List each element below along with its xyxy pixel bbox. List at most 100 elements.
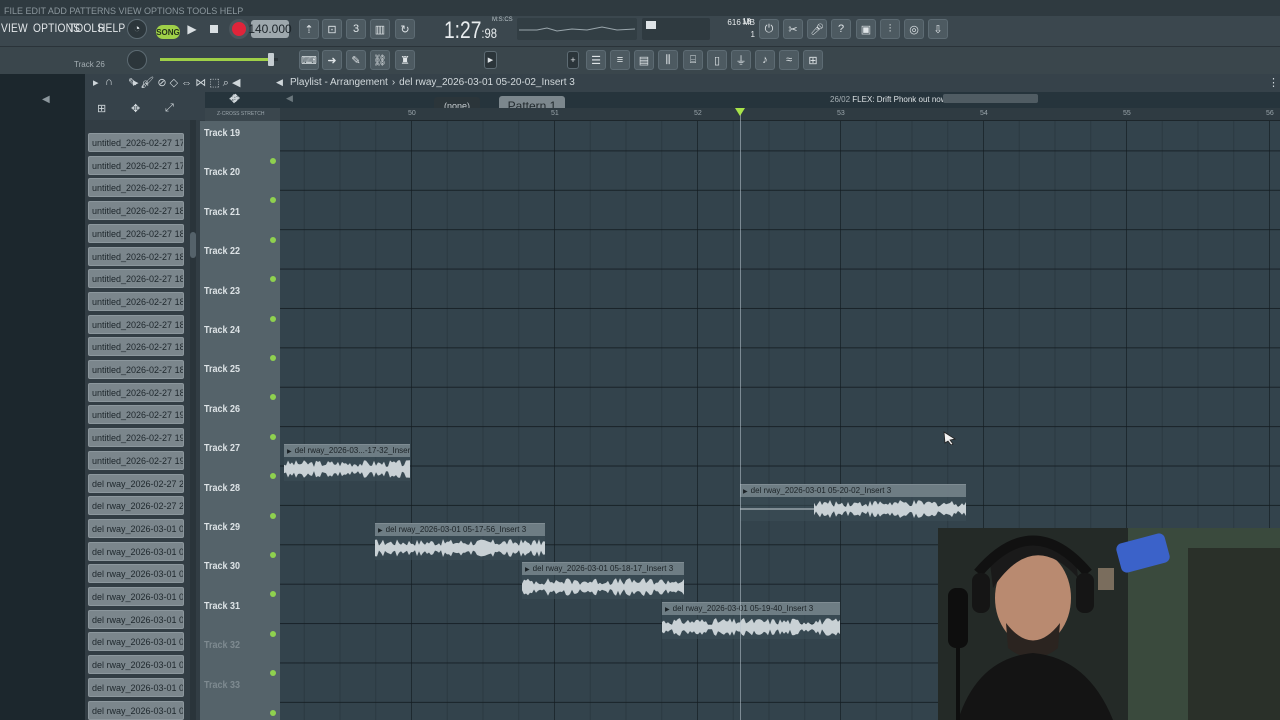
pattern-prev-button[interactable]: ▶ xyxy=(484,51,497,69)
slider-handle[interactable] xyxy=(268,53,274,66)
grid-icon[interactable]: ⊞ xyxy=(97,102,106,115)
browser-file-item[interactable]: del rway_2026-02-27 20... xyxy=(88,473,184,493)
zoom-tool-icon[interactable]: ⌕ xyxy=(223,77,229,89)
countdown-button[interactable]: 3 xyxy=(346,19,366,39)
paint-tool-icon[interactable]: 🖌︎ xyxy=(140,77,154,89)
slip-tool-icon[interactable]: ⇔ xyxy=(181,77,192,89)
browser-file-item[interactable]: del rway_2026-03-01 05... xyxy=(88,700,184,720)
wait-input-button[interactable]: ⊡ xyxy=(322,19,342,39)
browser-file-item[interactable]: del rway_2026-03-01 05... xyxy=(88,541,184,561)
draw-tool-icon[interactable]: ✎ xyxy=(128,77,137,89)
audio-clip[interactable]: del rway_2026-03-01 05-20-02_Insert 3 xyxy=(740,484,966,521)
track-label[interactable]: Track 24 xyxy=(204,325,240,336)
track-label[interactable]: Track 30 xyxy=(204,561,240,572)
metronome-button[interactable]: ⇡ xyxy=(299,19,319,39)
track-enable-led[interactable] xyxy=(270,552,276,558)
audio-clip[interactable]: del rway_2026-03-01 05-17-56_Insert 3 xyxy=(375,523,545,560)
help-button[interactable]: ? xyxy=(831,19,851,39)
track-enable-led[interactable] xyxy=(270,355,276,361)
play-small-icon-2[interactable]: ▸ xyxy=(93,76,99,89)
master-pitch-slider[interactable] xyxy=(160,53,278,66)
track-label[interactable]: Track 31 xyxy=(204,601,240,612)
slice-tool-icon[interactable]: ⋈ xyxy=(195,77,206,89)
channel-rack-button[interactable]: ▤ xyxy=(634,50,654,70)
audio-clip[interactable]: del rway_2026-03-01 05-19-40_Insert 3 xyxy=(662,602,840,639)
audio-clip[interactable]: del rway_2026-03-01 05-18-17_Insert 3 xyxy=(522,562,684,599)
browser-file-item[interactable]: del rway_2026-02-27 20... xyxy=(88,496,184,516)
pencil-button[interactable]: ✎ xyxy=(346,50,366,70)
browser-file-item[interactable]: untitled_2026-02-27 18-... xyxy=(88,269,184,289)
zoom-left-icon[interactable]: ◀ xyxy=(286,93,293,104)
audio-input-button[interactable]: 🎤︎ xyxy=(807,19,827,39)
track-label[interactable]: Track 21 xyxy=(204,207,240,218)
tempo-display[interactable]: 140.000 xyxy=(248,20,292,38)
browser-file-item[interactable]: untitled_2026-02-27 17-... xyxy=(88,155,184,175)
track-enable-led[interactable] xyxy=(270,630,276,637)
menu-help[interactable]: HELP xyxy=(98,21,125,35)
clip-title[interactable]: del rway_2026-03-01 05-17-56_Insert 3 xyxy=(375,524,545,536)
browser-file-item[interactable]: untitled_2026-02-27 19-... xyxy=(88,428,184,448)
track-enable-led[interactable] xyxy=(270,433,276,440)
add-pattern-button[interactable]: + xyxy=(567,51,579,69)
save-button[interactable]: ▣ xyxy=(856,19,876,39)
browser-file-item[interactable]: del rway_2026-03-01 05... xyxy=(88,587,184,606)
track-enable-led[interactable] xyxy=(270,709,276,716)
clip-title[interactable]: del rway_2026-03-01 05-20-02_Insert 3 xyxy=(740,485,966,497)
record-button[interactable] xyxy=(229,19,249,39)
delete-tool-icon[interactable]: ⊘ xyxy=(157,77,166,89)
clip-title[interactable]: del rway_2026-03-01 05-19-40_Insert 3 xyxy=(662,603,840,615)
track-label[interactable]: Track 23 xyxy=(204,286,240,297)
browser-file-item[interactable]: untitled_2026-02-27 19-... xyxy=(88,450,184,470)
track-label[interactable]: Track 19 xyxy=(204,128,240,139)
track-label[interactable]: Track 20 xyxy=(204,167,240,178)
browser-file-item[interactable]: untitled_2026-02-27 18-... xyxy=(88,360,184,379)
snap-button[interactable]: ✂ xyxy=(783,19,803,39)
snap-knob[interactable] xyxy=(127,50,147,70)
mixer-button[interactable]: ⫶ xyxy=(880,19,900,39)
browser-file-item[interactable]: untitled_2026-02-27 18-... xyxy=(88,314,184,334)
clip-title[interactable]: del rway_2026-03-01 05-18-17_Insert 3 xyxy=(522,563,684,575)
browser-file-item[interactable]: del rway_2026-03-01 05... xyxy=(88,677,184,697)
project-view-button[interactable]: ▯ xyxy=(707,50,727,70)
undo-history-button[interactable]: ⏻ xyxy=(759,19,779,39)
browser-scrollbar[interactable] xyxy=(190,120,196,720)
track-label[interactable]: Track 26 xyxy=(204,404,240,415)
song-mode-toggle[interactable]: SONG xyxy=(156,25,180,39)
step-edit-button[interactable]: ▥ xyxy=(370,19,390,39)
speaker-icon[interactable]: ◀ xyxy=(232,77,240,89)
browser-collapse-arrow[interactable]: ◀ xyxy=(42,94,50,105)
track-enable-led[interactable] xyxy=(270,158,276,164)
select-tool-icon[interactable]: ⬚ xyxy=(209,77,219,89)
browser-file-item[interactable]: untitled_2026-02-27 18-... xyxy=(88,337,184,357)
render-button[interactable]: ≈ xyxy=(779,50,799,70)
browser-file-item[interactable]: untitled_2026-02-27 18-... xyxy=(88,223,184,243)
breadcrumb-item[interactable]: del rway_2026-03-01 05-20-02_Insert 3 xyxy=(399,77,575,88)
magnet-icon[interactable]: ∩ xyxy=(105,76,113,88)
track-enable-led[interactable] xyxy=(270,315,276,322)
menu-view[interactable]: VIEW xyxy=(1,21,28,35)
piano-roll-button[interactable]: ≡ xyxy=(610,50,630,70)
plugin-button[interactable]: ⏚ xyxy=(731,50,751,70)
track-enable-led[interactable] xyxy=(270,512,276,519)
master-volume-knob[interactable]: ◔ xyxy=(127,19,147,39)
download-button[interactable]: ⇩ xyxy=(928,19,948,39)
playhead-marker[interactable] xyxy=(735,108,745,116)
loop-record-button[interactable]: ↻ xyxy=(395,19,415,39)
move-icon[interactable]: ✥ xyxy=(131,102,140,115)
browser-file-item[interactable]: untitled_2026-02-27 18-... xyxy=(88,246,184,266)
stamp-button[interactable]: ♜ xyxy=(395,50,415,70)
track-label[interactable]: Track 33 xyxy=(204,680,240,691)
news-ticker[interactable]: 26/02 FLEX: Drift Phonk out now! xyxy=(830,94,950,105)
track-label[interactable]: Track 22 xyxy=(204,246,240,257)
mute-tool-icon[interactable]: ◇ xyxy=(170,77,178,89)
browser-file-item[interactable]: del rway_2026-03-01 05... xyxy=(88,564,184,584)
breadcrumb-root[interactable]: Playlist - Arrangement xyxy=(290,77,388,88)
track-label[interactable]: Track 29 xyxy=(204,522,240,533)
pick-button[interactable]: ♪ xyxy=(755,50,775,70)
arrows-icon[interactable]: ◀ xyxy=(276,77,283,88)
browser-file-item[interactable]: untitled_2026-02-27 18-... xyxy=(88,291,184,311)
move-handle-icon[interactable]: ✥ xyxy=(229,92,239,106)
browser-file-item[interactable]: untitled_2026-02-27 18-... xyxy=(88,201,184,221)
browser-file-item[interactable]: del rway_2026-03-01 05... xyxy=(88,655,184,675)
browser-file-item[interactable]: untitled_2026-02-27 18-... xyxy=(88,382,184,402)
